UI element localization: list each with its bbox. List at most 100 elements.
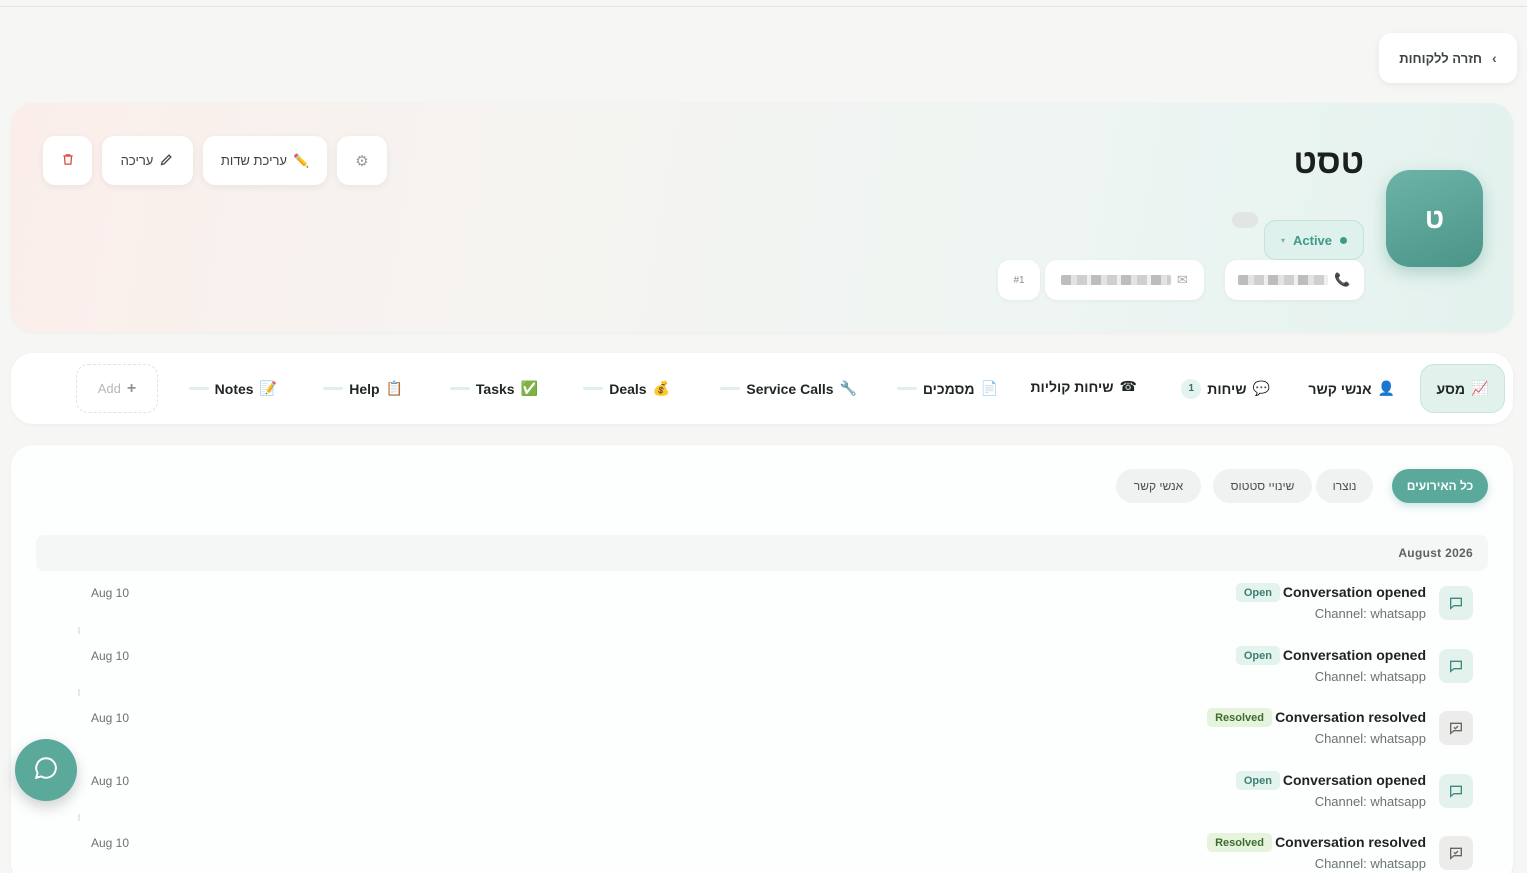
timeline-connector bbox=[78, 689, 80, 696]
timeline-event[interactable]: Conversation opened Open Channel: whatsa… bbox=[11, 646, 1513, 707]
event-date: Aug 10 bbox=[91, 836, 130, 850]
trash-icon bbox=[61, 152, 75, 170]
email-redacted bbox=[1061, 275, 1172, 285]
status-dot-icon bbox=[1340, 236, 1348, 244]
tab-label: אנשי קשר bbox=[1308, 380, 1372, 397]
chevron-down-icon: ▾ bbox=[1280, 235, 1285, 245]
tab-contacts[interactable]: 👤 אנשי קשר bbox=[1308, 364, 1395, 413]
telephone-icon: ☎ bbox=[1119, 378, 1137, 394]
tab-conversations[interactable]: 💬 שיחות 1 bbox=[1181, 364, 1270, 413]
tab-label: שיחות קוליות bbox=[1030, 378, 1114, 395]
tab-notes[interactable]: 📝 Notes bbox=[188, 364, 277, 413]
avatar: ט bbox=[1386, 170, 1483, 267]
event-date: Aug 10 bbox=[91, 711, 130, 725]
event-title: Conversation opened bbox=[1282, 772, 1426, 788]
edit-button[interactable]: עריכה bbox=[102, 136, 193, 185]
id-chip: #1 bbox=[998, 260, 1040, 300]
tab-label: Tasks bbox=[475, 380, 515, 397]
chat-bubble-icon bbox=[1439, 586, 1473, 620]
memo-icon: 📝 bbox=[259, 380, 277, 396]
timeline-event[interactable]: Conversation resolved Resolved Channel: … bbox=[11, 833, 1513, 873]
event-badge: Open bbox=[1235, 583, 1280, 602]
tab-underline bbox=[583, 387, 604, 390]
customer-name: טסט bbox=[1293, 143, 1364, 181]
tab-label: שיחות bbox=[1207, 380, 1247, 397]
timeline-panel: כל האירועים נוצרו שינויי סטטוס אנשי קשר … bbox=[11, 445, 1513, 873]
tab-underline bbox=[896, 387, 917, 390]
tab-documents[interactable]: 📄 מסמכים bbox=[896, 364, 998, 413]
document-icon: 📄 bbox=[980, 380, 998, 396]
event-subtitle: Channel: whatsapp bbox=[1314, 669, 1426, 684]
back-label: חזרה ללקוחות bbox=[1399, 50, 1483, 66]
event-badge: Resolved bbox=[1207, 833, 1272, 852]
chat-fab-button[interactable] bbox=[15, 739, 77, 801]
edit-fields-button[interactable]: ✏️ עריכת שדות bbox=[203, 136, 327, 185]
event-title: Conversation opened bbox=[1282, 647, 1426, 663]
tab-label: Service Calls bbox=[746, 380, 834, 397]
phone-icon: 📞 bbox=[1334, 272, 1351, 287]
add-tab-button[interactable]: Add + bbox=[76, 364, 158, 413]
phone-number-redacted bbox=[1238, 275, 1329, 285]
tab-label: Deals bbox=[609, 380, 647, 397]
conversations-count-badge: 1 bbox=[1181, 378, 1202, 399]
tab-label: מסמכים bbox=[922, 380, 975, 397]
event-date: Aug 10 bbox=[91, 649, 130, 663]
tab-tasks[interactable]: ✅ Tasks bbox=[449, 364, 538, 413]
pencil-icon: ✏️ bbox=[292, 152, 310, 168]
chevron-right-icon: › bbox=[1492, 50, 1497, 66]
email-chip[interactable]: ✉ bbox=[1045, 260, 1204, 300]
chat-check-icon bbox=[1439, 711, 1473, 745]
status-dropdown[interactable]: Active ▾ bbox=[1264, 220, 1364, 260]
wrench-icon: 🔧 bbox=[839, 380, 857, 396]
tab-deals[interactable]: 💰 Deals bbox=[583, 364, 670, 413]
tab-service-calls[interactable]: 🔧 Service Calls bbox=[720, 364, 857, 413]
tab-underline bbox=[449, 387, 470, 390]
timeline-event[interactable]: Conversation opened Open Channel: whatsa… bbox=[11, 583, 1513, 644]
plus-icon: + bbox=[126, 379, 137, 397]
event-subtitle: Channel: whatsapp bbox=[1314, 856, 1426, 871]
add-label: Add bbox=[97, 381, 121, 396]
status-label: Active bbox=[1293, 232, 1333, 248]
phone-chip[interactable]: 📞 bbox=[1225, 260, 1364, 300]
back-to-customers-button[interactable]: › חזרה ללקוחות bbox=[1379, 33, 1517, 83]
month-header: August 2026 bbox=[36, 535, 1488, 571]
event-subtitle: Channel: whatsapp bbox=[1314, 606, 1426, 621]
top-divider bbox=[0, 6, 1527, 7]
timeline-event[interactable]: Conversation resolved Resolved Channel: … bbox=[11, 708, 1513, 769]
settings-button[interactable]: ⚙ bbox=[337, 136, 387, 185]
tab-voice-calls[interactable]: ☎ שיחות קוליות bbox=[1030, 362, 1137, 411]
chat-icon bbox=[33, 755, 59, 786]
tab-underline bbox=[188, 387, 209, 390]
tab-label: מסע bbox=[1436, 380, 1466, 397]
person-icon: 👤 bbox=[1377, 380, 1395, 396]
timeline-event[interactable]: Conversation opened Open Channel: whatsa… bbox=[11, 771, 1513, 832]
status-indicator bbox=[1232, 212, 1258, 228]
event-badge: Open bbox=[1235, 646, 1280, 665]
event-title: Conversation opened bbox=[1282, 584, 1426, 600]
clipboard-icon: 📋 bbox=[385, 380, 403, 396]
filter-contacts[interactable]: אנשי קשר bbox=[1116, 469, 1201, 503]
filter-created[interactable]: נוצרו bbox=[1316, 469, 1373, 503]
chat-bubble-icon bbox=[1439, 774, 1473, 808]
filter-status-changes[interactable]: שינויי סטטוס bbox=[1213, 469, 1312, 503]
tab-help[interactable]: 📋 Help bbox=[323, 364, 403, 413]
tab-underline bbox=[323, 387, 344, 390]
delete-button[interactable] bbox=[43, 136, 92, 185]
mail-icon: ✉ bbox=[1177, 272, 1188, 287]
tab-label: Notes bbox=[214, 380, 254, 397]
event-title: Conversation resolved bbox=[1275, 709, 1426, 725]
event-badge: Resolved bbox=[1207, 708, 1272, 727]
event-title: Conversation resolved bbox=[1275, 834, 1426, 850]
chat-check-icon bbox=[1439, 836, 1473, 870]
gear-icon: ⚙ bbox=[355, 152, 369, 170]
tab-bar: 📈 מסע 👤 אנשי קשר 💬 שיחות 1 ☎ שיחות קוליו… bbox=[11, 353, 1513, 424]
timeline-connector bbox=[78, 814, 80, 821]
chat-bubble-icon bbox=[1439, 649, 1473, 683]
customer-id: #1 bbox=[1013, 274, 1025, 286]
filter-all-events[interactable]: כל האירועים bbox=[1392, 469, 1488, 503]
event-date: Aug 10 bbox=[91, 774, 130, 788]
event-date: Aug 10 bbox=[91, 586, 130, 600]
checkbox-icon: ✅ bbox=[520, 380, 538, 396]
tab-journey[interactable]: 📈 מסע bbox=[1420, 364, 1505, 413]
event-subtitle: Channel: whatsapp bbox=[1314, 794, 1426, 809]
